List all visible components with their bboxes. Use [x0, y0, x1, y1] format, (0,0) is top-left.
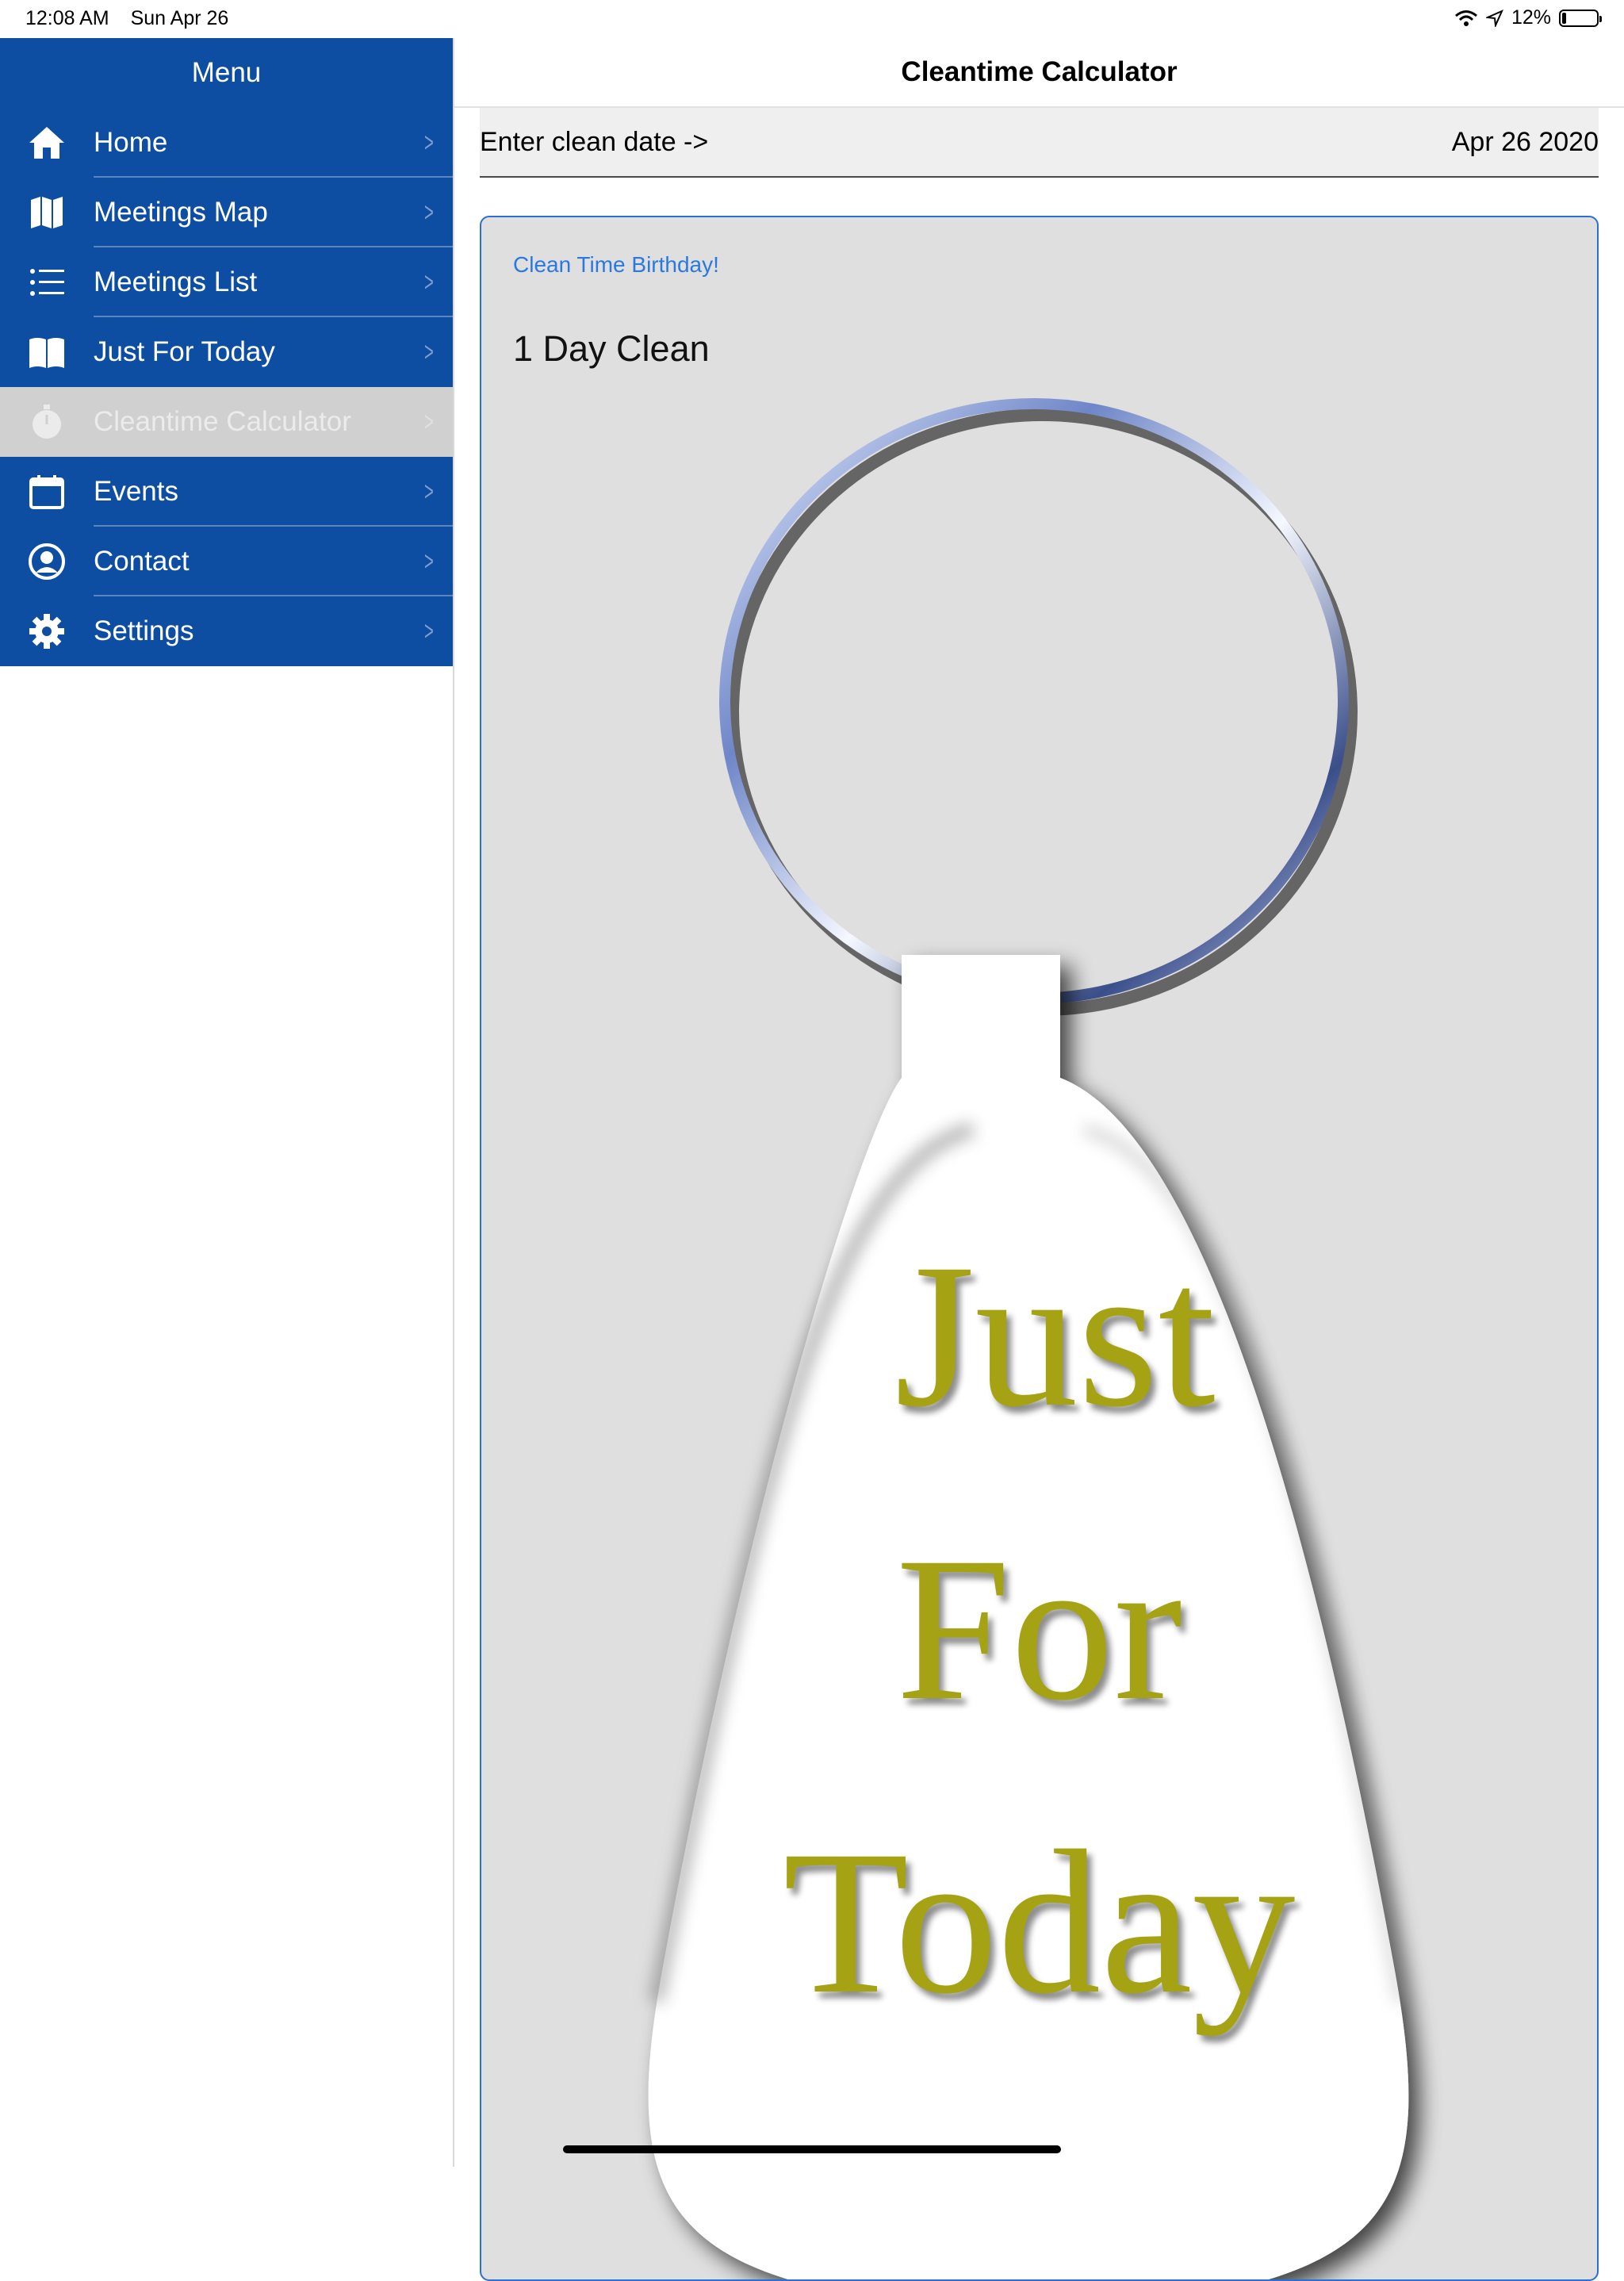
menu-list: Home > Meetings Map > Meetings List > Ju…: [0, 108, 453, 666]
list-icon: [0, 247, 94, 317]
chevron-right-icon: >: [424, 476, 434, 507]
status-time: 12:08 AM: [25, 7, 109, 29]
gear-icon: [0, 596, 94, 666]
sidebar-item-label: Cleantime Calculator: [94, 406, 351, 437]
date-value[interactable]: Apr 26 2020: [1452, 127, 1599, 158]
keytag-line-for: For: [895, 1515, 1183, 1743]
battery-icon: [1559, 9, 1602, 27]
chevron-right-icon: >: [424, 127, 434, 158]
chevron-right-icon: >: [424, 615, 434, 646]
sidebar-item-label: Home: [94, 127, 168, 158]
battery-percent: 12%: [1511, 6, 1551, 29]
stopwatch-icon: [0, 387, 94, 457]
sidebar-item-meetings-map[interactable]: Meetings Map >: [0, 178, 453, 247]
status-bar: 12:08 AM Sun Apr 26 12%: [0, 0, 1624, 36]
sidebar-item-label: Meetings List: [94, 266, 258, 297]
birthday-label: Clean Time Birthday!: [513, 252, 719, 277]
chevron-right-icon: >: [424, 336, 434, 367]
sidebar-item-settings[interactable]: Settings >: [0, 596, 453, 666]
sidebar-item-label: Contact: [94, 546, 190, 577]
chevron-right-icon: >: [424, 546, 434, 577]
date-prompt: Enter clean date ->: [480, 126, 709, 157]
calendar-icon: [0, 457, 94, 527]
clean-date-picker[interactable]: Enter clean date -> Apr 26 2020: [480, 108, 1599, 178]
map-icon: [0, 178, 94, 247]
main-content: Cleantime Calculator Enter clean date ->…: [454, 38, 1624, 2281]
chevron-right-icon: >: [424, 197, 434, 228]
page-title: Cleantime Calculator: [454, 38, 1624, 108]
status-date: Sun Apr 26: [130, 7, 229, 29]
sidebar-item-cleantime-calculator[interactable]: Cleantime Calculator >: [0, 387, 453, 457]
sidebar-item-contact[interactable]: Contact >: [0, 527, 453, 596]
home-icon: [0, 108, 94, 178]
menu-title: Menu: [0, 38, 453, 108]
sidebar-item-label: Events: [94, 476, 178, 507]
sidebar-item-meetings-list[interactable]: Meetings List >: [0, 247, 453, 317]
sidebar-item-home[interactable]: Home >: [0, 108, 453, 178]
sidebar: Menu Home > Meetings Map > Meetings List…: [0, 38, 454, 2167]
sidebar-item-just-for-today[interactable]: Just For Today >: [0, 317, 453, 387]
sidebar-item-label: Meetings Map: [94, 197, 268, 228]
location-icon: [1485, 9, 1503, 27]
chevron-right-icon: >: [424, 266, 434, 297]
sidebar-item-events[interactable]: Events >: [0, 457, 453, 527]
keytag-text: Just For Today: [481, 1233, 1597, 2026]
book-icon: [0, 317, 94, 387]
keytag-line-just: Just: [894, 1221, 1216, 1450]
sidebar-item-label: Settings: [94, 615, 194, 646]
home-indicator[interactable]: [563, 2145, 1061, 2153]
sidebar-item-label: Just For Today: [94, 336, 275, 367]
person-icon: [0, 527, 94, 596]
cleantime-card: Clean Time Birthday! 1 Day Clean Just Fo…: [480, 216, 1599, 2281]
clean-time-text: 1 Day Clean: [513, 328, 710, 369]
keytag-line-today: Today: [783, 1808, 1296, 2037]
wifi-icon: [1454, 10, 1477, 26]
chevron-right-icon: >: [424, 406, 434, 437]
